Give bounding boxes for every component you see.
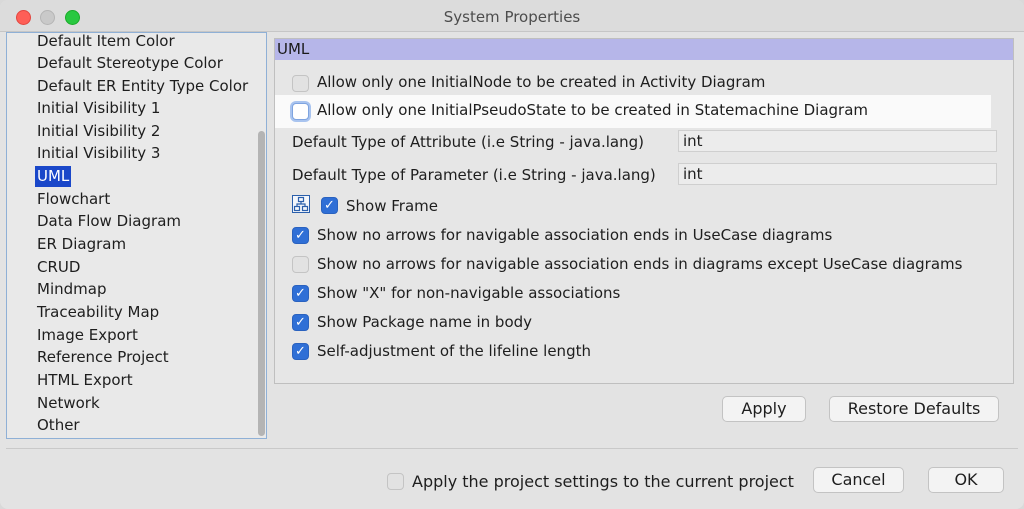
sidebar-item-flowchart[interactable]: Flowchart xyxy=(35,189,112,210)
usecase-no-arrows-label: Show no arrows for navigable association… xyxy=(317,226,833,244)
diagram-frame-icon xyxy=(292,195,310,213)
show-package-name-label: Show Package name in body xyxy=(317,313,533,331)
window-title: System Properties xyxy=(443,8,581,26)
sidebar-item-initial-visibility-2[interactable]: Initial Visibility 2 xyxy=(35,121,162,142)
sidebar-item-mindmap[interactable]: Mindmap xyxy=(35,279,108,300)
uml-settings-panel: UML Allow only one InitialNode to be cre… xyxy=(274,38,1014,384)
sidebar-item-default-stereotype-color[interactable]: Default Stereotype Color xyxy=(35,53,225,74)
sidebar-item-network[interactable]: Network xyxy=(35,393,102,414)
sidebar-item-initial-visibility-3[interactable]: Initial Visibility 3 xyxy=(35,143,162,164)
show-frame-label: Show Frame xyxy=(346,197,438,215)
except-usecase-no-arrows-label: Show no arrows for navigable association… xyxy=(317,255,963,273)
sidebar-item-default-er-entity-type-color[interactable]: Default ER Entity Type Color xyxy=(35,76,250,97)
sidebar-item-crud[interactable]: CRUD xyxy=(35,257,82,278)
initialnode-checkbox[interactable] xyxy=(292,75,309,92)
attribute-type-field[interactable]: int xyxy=(678,130,997,152)
show-package-name-checkbox[interactable]: ✓ xyxy=(292,314,309,331)
section-title: UML xyxy=(277,40,310,58)
restore-defaults-button[interactable]: Restore Defaults xyxy=(829,396,999,422)
show-x-checkbox[interactable]: ✓ xyxy=(292,285,309,302)
apply-project-settings-checkbox[interactable] xyxy=(387,473,404,490)
usecase-no-arrows-checkbox[interactable]: ✓ xyxy=(292,227,309,244)
cancel-button[interactable]: Cancel xyxy=(813,467,904,493)
apply-button[interactable]: Apply xyxy=(722,396,806,422)
initialpseudostate-checkbox[interactable] xyxy=(292,103,309,120)
footer-divider xyxy=(6,448,1018,449)
ok-button[interactable]: OK xyxy=(928,467,1004,493)
system-properties-window: System Properties Default Item Color Def… xyxy=(0,0,1024,509)
sidebar-item-data-flow-diagram[interactable]: Data Flow Diagram xyxy=(35,211,183,232)
parameter-type-field[interactable]: int xyxy=(678,163,997,185)
tree-scrollbar-thumb[interactable] xyxy=(258,131,265,436)
sidebar-item-other[interactable]: Other xyxy=(35,415,82,436)
parameter-type-label: Default Type of Parameter (i.e String - … xyxy=(292,166,656,184)
sidebar-item-er-diagram[interactable]: ER Diagram xyxy=(35,234,128,255)
lifeline-adjust-label: Self-adjustment of the lifeline length xyxy=(317,342,591,360)
section-header: UML xyxy=(275,39,1013,60)
initialnode-option-label: Allow only one InitialNode to be created… xyxy=(317,73,766,91)
sidebar-item-html-export[interactable]: HTML Export xyxy=(35,370,135,391)
sidebar-item-default-item-color[interactable]: Default Item Color xyxy=(35,33,177,52)
sidebar-item-uml[interactable]: UML xyxy=(35,166,72,187)
sidebar-item-reference-project[interactable]: Reference Project xyxy=(35,347,171,368)
sidebar-item-image-export[interactable]: Image Export xyxy=(35,325,140,346)
initialpseudostate-option-label: Allow only one InitialPseudoState to be … xyxy=(317,101,869,119)
sidebar-item-initial-visibility-1[interactable]: Initial Visibility 1 xyxy=(35,98,162,119)
apply-project-settings-label: Apply the project settings to the curren… xyxy=(412,472,794,491)
title-bar: System Properties xyxy=(0,0,1024,32)
show-x-label: Show "X" for non-navigable associations xyxy=(317,284,621,302)
lifeline-adjust-checkbox[interactable]: ✓ xyxy=(292,343,309,360)
attribute-type-label: Default Type of Attribute (i.e String - … xyxy=(292,133,644,151)
sidebar-item-traceability-map[interactable]: Traceability Map xyxy=(35,302,161,323)
except-usecase-no-arrows-checkbox[interactable] xyxy=(292,256,309,273)
show-frame-checkbox[interactable]: ✓ xyxy=(321,197,338,214)
category-tree: Default Item Color Default Stereotype Co… xyxy=(6,32,267,439)
